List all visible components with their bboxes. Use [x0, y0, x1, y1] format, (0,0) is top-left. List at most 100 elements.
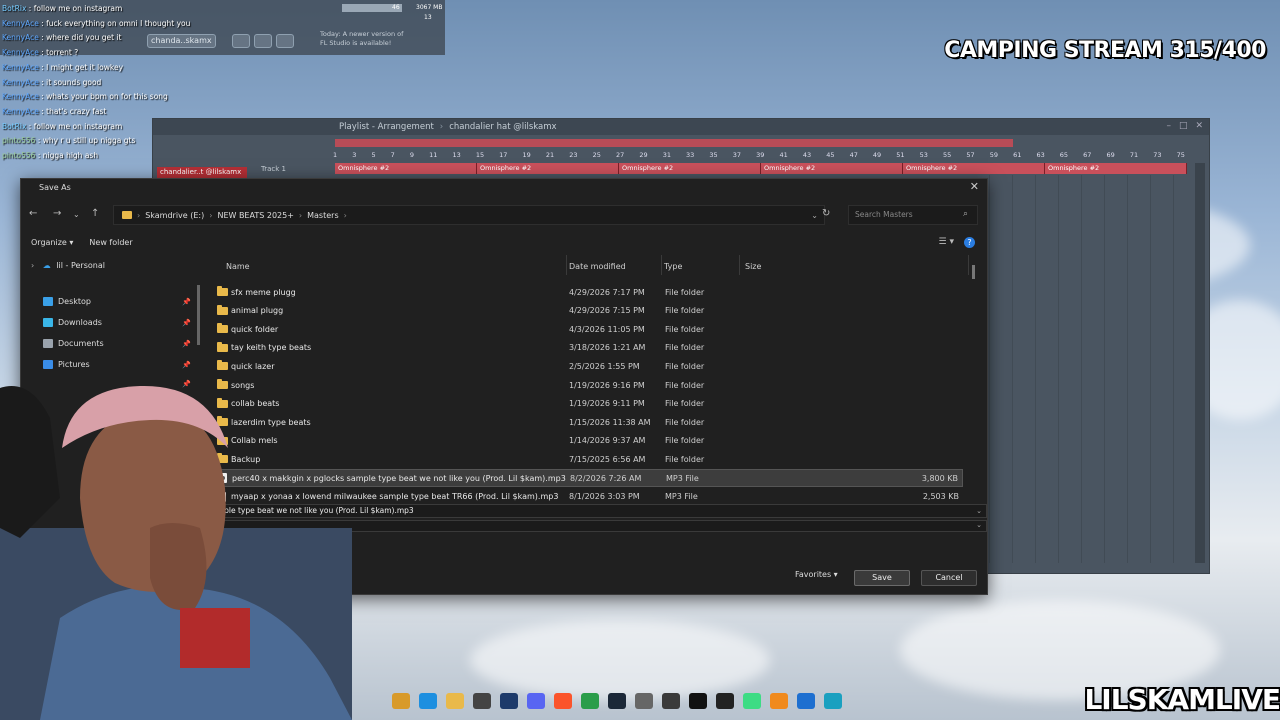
pin-icon[interactable]: 📌 — [182, 319, 191, 327]
toolbar-button[interactable] — [232, 34, 250, 48]
chat-username[interactable]: KennyAce — [2, 19, 39, 28]
file-date: 7/15/2025 6:56 AM — [569, 454, 646, 464]
nav-onedrive[interactable]: › ☁ lil - Personal — [31, 261, 105, 270]
pattern-clip[interactable]: Omnisphere #2 — [903, 163, 1045, 174]
file-row[interactable]: quick folder 4/3/2026 11:05 PM File folder — [215, 320, 963, 338]
playlist-titlebar[interactable]: Playlist - Arrangement › chandalier hat … — [153, 119, 1209, 135]
pin-icon[interactable]: 📌 — [182, 361, 191, 369]
photoshop-icon[interactable] — [500, 693, 518, 709]
pattern-selector[interactable]: chandalier..t @lilskamx — [157, 167, 247, 178]
arrangement-overview[interactable] — [335, 139, 1013, 147]
capcut-icon[interactable] — [689, 693, 707, 709]
toolbar-button[interactable] — [254, 34, 272, 48]
chat-username[interactable]: BotRix — [2, 4, 26, 13]
chat-username[interactable]: KennyAce — [2, 107, 39, 116]
cancel-button[interactable]: Cancel — [921, 570, 977, 586]
chat-username[interactable]: pinto556 — [2, 151, 35, 160]
breadcrumb-drive[interactable]: Skamdrive (E:) — [145, 211, 204, 220]
file-row[interactable]: quick lazer 2/5/2026 1:55 PM File folder — [215, 357, 963, 375]
android-icon[interactable] — [743, 693, 761, 709]
toolbar-button[interactable] — [276, 34, 294, 48]
pattern-clip[interactable]: Omnisphere #2 — [619, 163, 761, 174]
back-arrow-icon[interactable]: ← — [29, 208, 37, 219]
app-icon[interactable] — [635, 693, 653, 709]
file-type: File folder — [665, 324, 705, 334]
chat-text: follow me on instagram — [33, 121, 123, 131]
discord-icon[interactable] — [527, 693, 545, 709]
column-date-modified[interactable]: Date modified — [569, 262, 626, 271]
folder-icon[interactable] — [446, 693, 464, 709]
column-type[interactable]: Type — [664, 262, 682, 271]
file-explorer-icon[interactable] — [392, 693, 410, 709]
hand — [150, 523, 207, 610]
minimize-icon[interactable]: – — [1166, 121, 1171, 131]
chrome-icon[interactable] — [581, 693, 599, 709]
breadcrumb-folder[interactable]: NEW BEATS 2025+ — [217, 211, 293, 220]
chat-username[interactable]: KennyAce — [2, 33, 39, 42]
pattern-clip[interactable]: Omnisphere #2 — [477, 163, 619, 174]
chat-username[interactable]: KennyAce — [2, 92, 39, 101]
file-row[interactable]: sfx meme plugg 4/29/2026 7:17 PM File fold… — [215, 283, 963, 301]
forward-arrow-icon[interactable]: → — [53, 208, 61, 219]
chevron-down-icon[interactable]: ⌄ — [976, 521, 982, 529]
playlist-scrollbar[interactable] — [1195, 163, 1205, 563]
recent-chevron-icon[interactable]: ⌄ — [73, 210, 80, 219]
file-row[interactable]: tay keith type beats 3/18/2026 1:21 AM Fil… — [215, 339, 963, 357]
save-button[interactable]: Save — [854, 570, 910, 586]
help-icon[interactable]: ? — [964, 237, 975, 248]
search-icon[interactable]: ⌕ — [963, 209, 968, 219]
search-input[interactable]: Search Masters — [848, 205, 978, 225]
track-label[interactable]: Track 1 — [261, 165, 286, 173]
pin-icon[interactable]: 📌 — [182, 340, 191, 348]
file-row[interactable]: animal plugg 4/29/2026 7:15 PM File folder — [215, 302, 963, 320]
pin-icon[interactable]: 📌 — [182, 298, 191, 306]
chevron-down-icon[interactable]: ⌄ — [976, 505, 982, 517]
file-list-scrollbar[interactable] — [972, 265, 975, 279]
chat-username[interactable]: KennyAce — [2, 78, 39, 87]
track-clips[interactable]: Omnisphere #2 Omnisphere #2 Omnisphere #2 O… — [335, 163, 1187, 174]
nav-item-pictures[interactable]: Pictures — [43, 360, 90, 369]
view-options-icon[interactable]: ☰ ▾ — [939, 237, 954, 248]
address-dropdown-icon[interactable]: ⌄ — [811, 211, 818, 220]
refresh-icon[interactable]: ↻ — [822, 208, 830, 219]
chat-username[interactable]: KennyAce — [2, 48, 39, 57]
maximize-icon[interactable]: □ — [1179, 121, 1188, 131]
notes-icon[interactable] — [824, 693, 842, 709]
column-name[interactable]: Name — [226, 262, 250, 271]
terminal-icon[interactable] — [716, 693, 734, 709]
pattern-clip[interactable]: Omnisphere #2 — [761, 163, 903, 174]
column-size[interactable]: Size — [745, 262, 761, 271]
new-folder-button[interactable]: New folder — [89, 238, 132, 247]
brave-icon[interactable] — [554, 693, 572, 709]
xbox-icon[interactable] — [662, 693, 680, 709]
ruler-tick: 5 — [371, 151, 376, 159]
steam-icon[interactable] — [608, 693, 626, 709]
address-bar[interactable]: › Skamdrive (E:) › NEW BEATS 2025+ › Mas… — [113, 205, 825, 225]
favorites-button[interactable]: Favorites ▾ — [795, 570, 838, 579]
chat-username[interactable]: pinto556 — [2, 136, 35, 145]
nav-item-documents[interactable]: Documents — [43, 339, 104, 348]
playlist-grid[interactable] — [989, 175, 1187, 563]
chat-username[interactable]: KennyAce — [2, 63, 39, 72]
close-icon[interactable]: ✕ — [1195, 121, 1203, 131]
pattern-clip[interactable]: Omnisphere #2 — [1045, 163, 1187, 174]
update-notice[interactable]: Today: A newer version of FL Studio is a… — [320, 30, 403, 48]
nav-item-downloads[interactable]: Downloads — [43, 318, 102, 327]
memory-value: 3067 MB — [416, 4, 443, 11]
photos-icon[interactable] — [797, 693, 815, 709]
nav-item-label: Pictures — [58, 360, 90, 369]
up-arrow-icon[interactable]: ↑ — [91, 208, 99, 219]
timeline-ruler[interactable]: 1 3 5 7 9 11 13 15 17 19 21 23 25 27 29 31 33 35 37 39 41 43 4… — [333, 151, 1185, 163]
fl-studio-icon[interactable] — [770, 693, 788, 709]
nav-item-desktop[interactable]: Desktop — [43, 297, 91, 306]
pattern-clip[interactable]: Omnisphere #2 — [335, 163, 477, 174]
nav-pane-scrollbar[interactable] — [197, 285, 200, 345]
ruler-tick: 55 — [943, 151, 952, 159]
edge-icon[interactable] — [419, 693, 437, 709]
store-icon[interactable] — [473, 693, 491, 709]
organize-button[interactable]: Organize ▾ — [31, 238, 73, 247]
close-icon[interactable]: ✕ — [970, 180, 979, 193]
nav-item-label: Downloads — [58, 318, 102, 327]
breadcrumb-current[interactable]: Masters — [307, 211, 339, 220]
chat-username[interactable]: BotRix — [2, 122, 26, 131]
